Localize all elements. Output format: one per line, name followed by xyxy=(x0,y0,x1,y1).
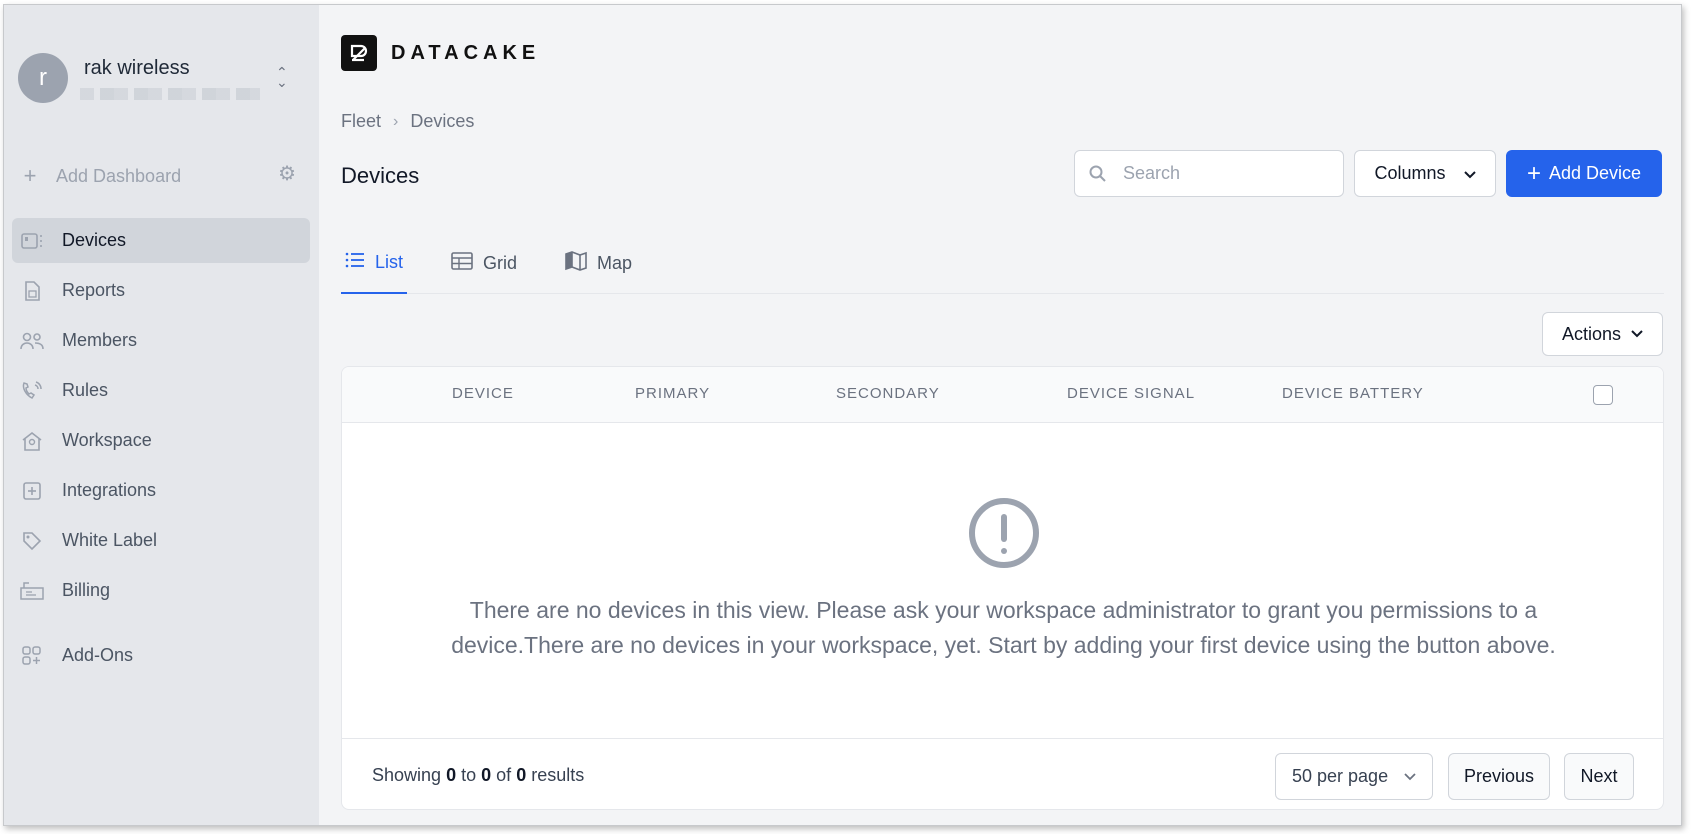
plus-icon: + xyxy=(1526,159,1541,187)
sidebar-item-white-label[interactable]: White Label xyxy=(12,518,310,563)
logo-text: DATACAKE xyxy=(391,41,541,64)
members-icon xyxy=(20,331,44,351)
gear-icon[interactable]: ⚙ xyxy=(278,161,296,186)
tab-label: Map xyxy=(597,253,633,273)
rules-icon xyxy=(20,380,44,401)
devices-table: DEVICE PRIMARY SECONDARY DEVICE SIGNAL D… xyxy=(341,366,1664,810)
grid-icon xyxy=(451,251,473,276)
add-dashboard-label: Add Dashboard xyxy=(56,165,182,186)
column-header-device-signal[interactable]: DEVICE SIGNAL xyxy=(1067,385,1195,402)
view-tabs: List Grid Map xyxy=(341,233,1664,294)
column-header-secondary[interactable]: SECONDARY xyxy=(836,385,940,402)
tab-grid[interactable]: Grid xyxy=(447,233,521,294)
search-input[interactable] xyxy=(1123,163,1313,184)
chevron-down-icon xyxy=(1404,768,1416,784)
per-page-value: 50 per page xyxy=(1292,766,1389,786)
avatar[interactable]: r xyxy=(18,53,68,103)
breadcrumb-fleet[interactable]: Fleet xyxy=(341,111,381,132)
sidebar-item-label: White Label xyxy=(62,530,158,550)
column-header-device-battery[interactable]: DEVICE BATTERY xyxy=(1282,385,1424,402)
report-icon xyxy=(20,280,44,301)
sidebar-item-label: Members xyxy=(62,330,138,350)
columns-label: Columns xyxy=(1374,163,1446,183)
integrations-icon xyxy=(20,481,44,501)
add-device-label: Add Device xyxy=(1548,163,1642,183)
sidebar-item-label: Billing xyxy=(62,580,111,600)
column-header-primary[interactable]: PRIMARY xyxy=(635,385,710,402)
empty-state-message: There are no devices in this view. Pleas… xyxy=(451,597,1556,658)
next-button[interactable]: Next xyxy=(1564,753,1634,800)
tab-label: Grid xyxy=(483,253,518,273)
tab-label: List xyxy=(375,252,404,272)
brand-logo[interactable]: DATACAKE xyxy=(341,35,540,71)
addons-icon xyxy=(20,645,44,666)
results-summary: Showing 0 to 0 of 0 results xyxy=(372,765,585,785)
datacake-logo-icon xyxy=(341,35,377,71)
actions-label: Actions xyxy=(1561,323,1622,344)
sidebar-item-devices[interactable]: Devices xyxy=(12,218,310,263)
list-icon xyxy=(345,251,365,274)
exclamation-circle-icon xyxy=(969,498,1039,568)
page-title: Devices xyxy=(341,163,420,188)
chevron-up-down-icon[interactable]: ⌃ ⌄ xyxy=(276,65,288,89)
actions-dropdown[interactable]: Actions xyxy=(1542,312,1663,356)
tab-list[interactable]: List xyxy=(341,233,408,294)
sidebar-item-label: Devices xyxy=(62,230,127,250)
add-dashboard-button[interactable]: + Add Dashboard ⚙ xyxy=(20,163,300,189)
sidebar-item-label: Integrations xyxy=(62,480,157,500)
sidebar-item-members[interactable]: Members xyxy=(12,318,310,363)
billing-icon xyxy=(20,581,44,601)
chevron-down-icon xyxy=(1631,327,1643,341)
sidebar-item-label: Workspace xyxy=(62,430,152,450)
pagination-bar: Showing 0 to 0 of 0 results 50 per page … xyxy=(342,738,1663,809)
breadcrumb: Fleet › Devices xyxy=(341,111,474,132)
breadcrumb-devices: Devices xyxy=(410,111,475,131)
column-header-device[interactable]: DEVICE xyxy=(452,385,514,402)
columns-button[interactable]: Columns xyxy=(1354,150,1496,197)
user-name: rak wireless xyxy=(84,57,190,79)
sidebar-item-workspace[interactable]: Workspace xyxy=(12,418,310,463)
sidebar-item-label: Rules xyxy=(62,380,109,400)
tab-map[interactable]: Map xyxy=(561,233,636,294)
sidebar-item-integrations[interactable]: Integrations xyxy=(12,468,310,513)
sidebar-item-rules[interactable]: Rules xyxy=(12,368,310,413)
chevron-down-icon xyxy=(1463,163,1476,184)
per-page-select[interactable]: 50 per page xyxy=(1275,753,1433,800)
sidebar-item-billing[interactable]: Billing xyxy=(12,568,310,613)
sidebar-item-label: Add-Ons xyxy=(62,645,134,665)
user-switcher[interactable]: r rak wireless xyxy=(18,53,260,103)
chevron-right-icon: › xyxy=(393,112,399,130)
search-box[interactable] xyxy=(1074,150,1344,197)
map-icon xyxy=(565,250,587,277)
search-icon xyxy=(1089,165,1106,182)
sidebar-item-add-ons[interactable]: Add-Ons xyxy=(12,633,310,678)
empty-state: There are no devices in this view. Pleas… xyxy=(342,423,1663,738)
sidebar-item-reports[interactable]: Reports xyxy=(12,268,310,313)
workspace-icon xyxy=(20,431,44,451)
tag-icon xyxy=(20,531,44,551)
main-content: DATACAKE Fleet › Devices Devices Columns… xyxy=(319,5,1681,825)
device-icon xyxy=(20,231,44,251)
sidebar-item-label: Reports xyxy=(62,280,126,300)
sidebar: r rak wireless ⌃ ⌄ + Add Dashboard ⚙ Devi… xyxy=(4,5,319,825)
add-device-button[interactable]: + Add Device xyxy=(1506,150,1662,197)
app-window: r rak wireless ⌃ ⌄ + Add Dashboard ⚙ Devi… xyxy=(3,4,1682,826)
previous-button[interactable]: Previous xyxy=(1448,753,1550,800)
table-header: DEVICE PRIMARY SECONDARY DEVICE SIGNAL D… xyxy=(342,367,1663,423)
select-all-checkbox[interactable] xyxy=(1593,385,1613,405)
sidebar-nav: Devices Reports Members Rules Workspace … xyxy=(12,218,310,683)
plus-icon: + xyxy=(23,163,37,188)
user-email-redacted xyxy=(80,88,260,100)
